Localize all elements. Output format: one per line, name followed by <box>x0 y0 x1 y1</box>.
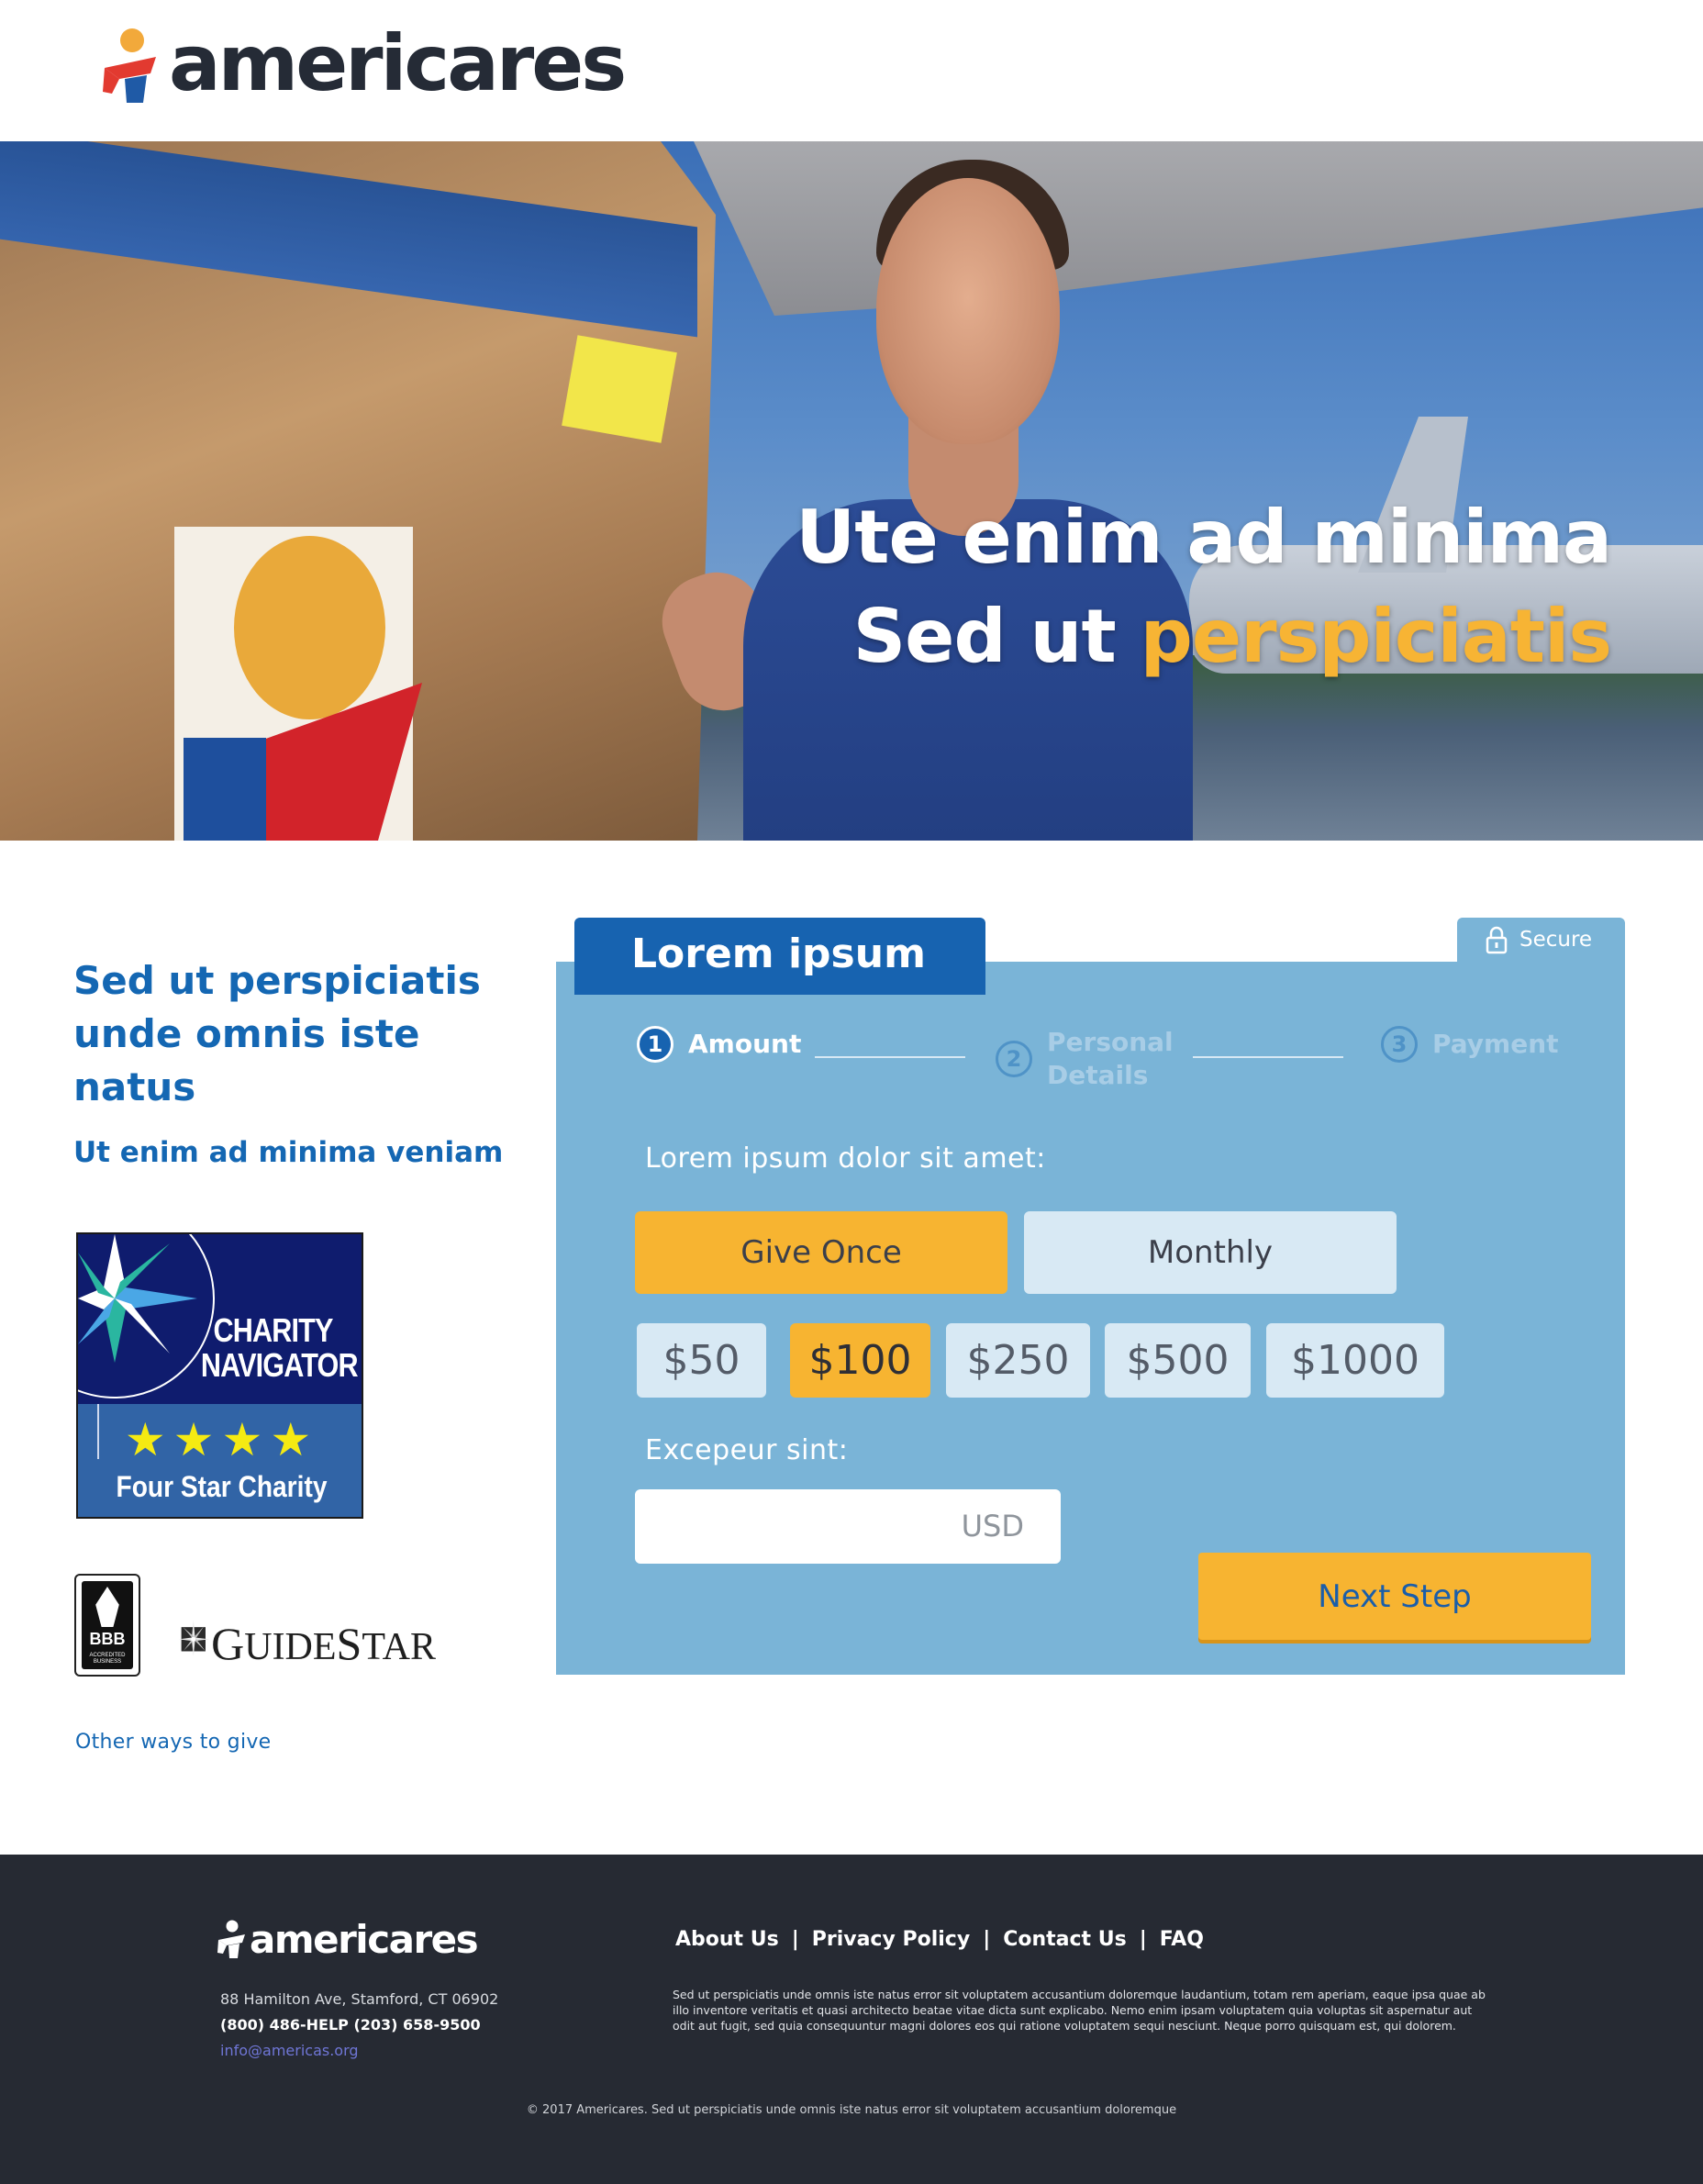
site-header: americares <box>0 0 1703 141</box>
hero-supply-boxes <box>0 141 716 841</box>
donation-panel-tab: Lorem ipsum <box>574 918 985 995</box>
secure-indicator: Secure <box>1457 918 1625 964</box>
hero-headline-accent: perspiciatis <box>1140 594 1612 679</box>
custom-amount-label: Excepeur sint: <box>645 1434 849 1466</box>
footer-nav: About Us | Privacy Policy | Contact Us |… <box>675 1925 1204 1955</box>
hero-box-sticker <box>562 335 677 443</box>
amount-100-button[interactable]: $100 <box>790 1323 930 1398</box>
footer-phone: (800) 486-HELP (203) 658-9500 <box>220 2016 481 2034</box>
footer-link-privacy-policy[interactable]: Privacy Policy <box>812 1925 970 1955</box>
hero-headline: Ute enim ad minima Sed ut perspiciatis <box>796 488 1612 686</box>
frequency-label: Lorem ipsum dolor sit amet: <box>645 1142 1046 1175</box>
guidestar-letters-uide: UIDE <box>244 1626 337 1668</box>
footer-logo[interactable]: americares <box>217 1917 479 1962</box>
bbb-label: BBB <box>89 1630 126 1648</box>
amount-500-button[interactable]: $500 <box>1105 1323 1251 1398</box>
footer-link-contact-us[interactable]: Contact Us <box>1003 1925 1126 1955</box>
bbb-accredited-badge[interactable]: BBB ACCREDITED BUSINESS <box>74 1574 140 1677</box>
four-star-icon: ★★★★ <box>124 1413 319 1466</box>
currency-label: USD <box>961 1509 1024 1543</box>
secure-label: Secure <box>1519 928 1593 952</box>
guidestar-letter-g: G <box>211 1618 245 1669</box>
step-connector-2 <box>1193 1056 1343 1058</box>
hero-headline-plain: Sed ut <box>852 594 1141 679</box>
hero-box-logo-blue <box>184 738 266 841</box>
footer-copyright: © 2017 Americares. Sed ut perspiciatis u… <box>526 2103 1177 2117</box>
next-step-button[interactable]: Next Step <box>1198 1553 1591 1640</box>
footer-body-text: Sed ut perspiciatis unde omnis iste natu… <box>673 1988 1486 2033</box>
lock-icon <box>1486 926 1508 954</box>
charity-navigator-title-line1: CHARITY <box>213 1311 333 1349</box>
donation-panel-title: Lorem ipsum <box>631 930 926 977</box>
step-personal-details[interactable]: 2 Personal Details <box>996 1026 1174 1092</box>
step-amount[interactable]: 1 Amount <box>637 1026 801 1063</box>
torch-icon <box>95 1587 119 1627</box>
footer-nav-separator: | <box>791 1928 799 1951</box>
charity-navigator-title-line2: NAVIGATOR <box>200 1346 359 1384</box>
sidebar: Sed ut perspiciatis unde omnis iste natu… <box>73 954 514 1171</box>
charity-navigator-rating: Four Star Charity <box>116 1470 328 1503</box>
hero-box-logo-dot <box>234 536 385 719</box>
footer-address: 88 Hamilton Ave, Stamford, CT 06902 <box>220 1990 499 2008</box>
step-2-label: Personal Details <box>1047 1027 1174 1090</box>
guidestar-letters-tar: TAR <box>362 1626 436 1668</box>
hero-box-tape <box>0 141 697 338</box>
give-once-button[interactable]: Give Once <box>635 1211 1007 1294</box>
logo-wordmark: americares <box>169 18 627 108</box>
step-3-label: Payment <box>1432 1029 1559 1059</box>
footer-nav-separator: | <box>1139 1928 1147 1951</box>
footer-nav-separator: | <box>983 1928 991 1951</box>
starburst-icon <box>179 1620 210 1656</box>
footer-link-faq[interactable]: FAQ <box>1160 1925 1204 1955</box>
hero-person-face <box>876 178 1060 444</box>
guidestar-logo[interactable]: GUIDESTAR <box>179 1597 436 1679</box>
step-1-label: Amount <box>688 1029 802 1059</box>
compass-star-icon <box>78 1234 215 1398</box>
bbb-badge-inner: BBB ACCREDITED BUSINESS <box>82 1581 133 1669</box>
sidebar-subheading: Ut enim ad minima veniam <box>73 1136 504 1169</box>
footer-link-about-us[interactable]: About Us <box>675 1925 779 1955</box>
guidestar-wordmark: GUIDESTAR <box>211 1617 436 1670</box>
amount-250-button[interactable]: $250 <box>946 1323 1090 1398</box>
step-1-number: 1 <box>637 1026 673 1063</box>
hero-banner: Ute enim ad minima Sed ut perspiciatis <box>0 141 1703 841</box>
hero-headline-line2: Sed ut perspiciatis <box>796 587 1612 686</box>
step-payment[interactable]: 3 Payment <box>1381 1026 1559 1063</box>
step-connector-1 <box>815 1056 965 1058</box>
amount-50-button[interactable]: $50 <box>637 1323 766 1398</box>
charity-navigator-badge[interactable]: CHARITY NAVIGATOR ★★★★ Four Star Charity <box>76 1232 363 1519</box>
step-3-number: 3 <box>1381 1026 1418 1063</box>
other-ways-to-give-link[interactable]: Other ways to give <box>75 1731 272 1754</box>
footer-email-link[interactable]: info@americas.org <box>220 2038 359 2064</box>
guidestar-letter-s: S <box>336 1618 362 1669</box>
charity-navigator-title: CHARITY NAVIGATOR <box>200 1311 359 1384</box>
sidebar-heading: Sed ut perspiciatis unde omnis iste natu… <box>73 958 481 1109</box>
custom-amount-input[interactable]: USD <box>635 1489 1061 1564</box>
americares-person-icon <box>103 28 156 103</box>
americares-logo[interactable]: americares <box>99 18 627 108</box>
hero-headline-line1: Ute enim ad minima <box>796 495 1612 580</box>
step-2-number: 2 <box>996 1041 1032 1077</box>
monthly-button[interactable]: Monthly <box>1024 1211 1397 1294</box>
bbb-accredited-label: ACCREDITED BUSINESS <box>89 1653 126 1665</box>
americares-person-icon <box>217 1920 245 1958</box>
amount-1000-button[interactable]: $1000 <box>1266 1323 1444 1398</box>
footer-logo-wordmark: americares <box>250 1917 479 1962</box>
